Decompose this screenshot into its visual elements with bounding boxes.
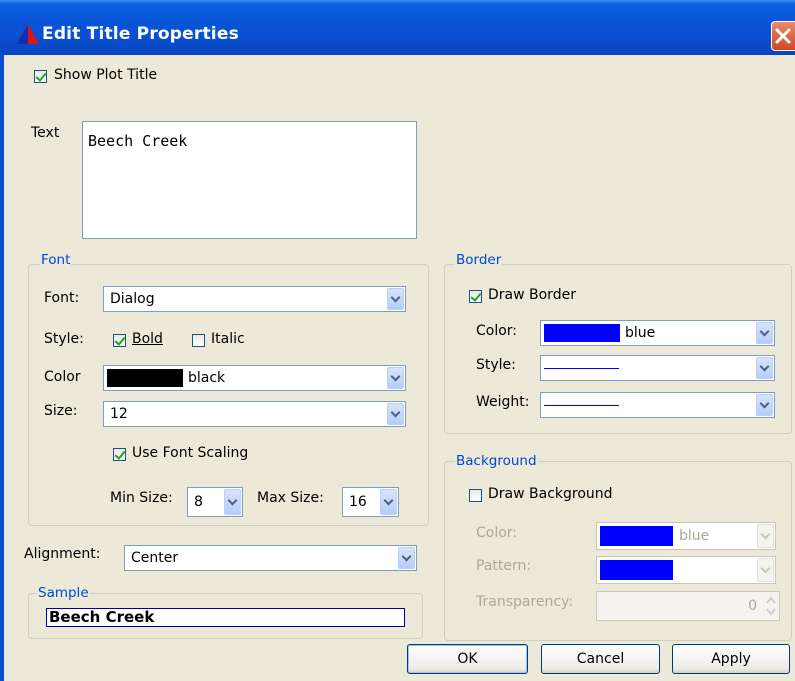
line-style-sample	[544, 368, 619, 369]
chevron-down-icon[interactable]	[387, 403, 404, 425]
draw-background-checkbox[interactable]	[469, 489, 482, 502]
dialog-title: Edit Title Properties	[42, 24, 239, 44]
bold-checkbox[interactable]	[113, 334, 126, 347]
sample-group-legend: Sample	[37, 585, 90, 601]
border-color-value: blue	[625, 325, 656, 341]
draw-border-checkbox[interactable]	[469, 290, 482, 303]
font-color-label: Color	[44, 369, 81, 385]
close-button[interactable]	[771, 21, 795, 51]
show-plot-title-checkbox[interactable]	[34, 70, 47, 83]
line-weight-sample	[544, 405, 619, 406]
use-font-scaling-label: Use Font Scaling	[132, 445, 249, 461]
pattern-label: Pattern:	[476, 558, 532, 574]
draw-background-label: Draw Background	[488, 486, 613, 502]
title-text-area[interactable]: Beech Creek	[82, 121, 417, 239]
pattern-select[interactable]	[596, 556, 776, 584]
italic-checkbox[interactable]	[192, 334, 205, 347]
max-size-select[interactable]: 16	[342, 487, 399, 517]
font-color-select[interactable]: black	[103, 365, 406, 391]
font-size-value: 12	[110, 406, 128, 422]
spinner-down-icon[interactable]	[766, 607, 776, 616]
color-swatch	[544, 324, 620, 342]
chevron-down-icon[interactable]	[387, 367, 404, 389]
chevron-down-icon[interactable]	[757, 558, 774, 582]
border-style-label: Style:	[476, 357, 516, 373]
size-label: Size:	[44, 403, 78, 419]
transparency-label: Transparency:	[476, 594, 574, 610]
background-color-select[interactable]: blue	[596, 522, 776, 550]
border-weight-label: Weight:	[476, 394, 530, 410]
min-size-label: Min Size:	[110, 490, 173, 506]
chevron-down-icon[interactable]	[756, 322, 773, 344]
border-group-legend: Border	[455, 252, 503, 268]
border-color-select[interactable]: blue	[540, 320, 775, 346]
dialog-window: Edit Title Properties Show Plot Title Te…	[0, 0, 795, 681]
cancel-button[interactable]: Cancel	[541, 644, 660, 674]
chevron-down-icon[interactable]	[756, 357, 773, 379]
font-group-legend: Font	[40, 252, 72, 268]
spinner-up-icon[interactable]	[766, 596, 776, 605]
chevron-down-icon[interactable]	[387, 288, 404, 310]
chevron-down-icon[interactable]	[380, 489, 397, 515]
dialog-content: Show Plot Title Text Beech Creek Font Fo…	[4, 55, 795, 681]
max-size-value: 16	[349, 494, 367, 510]
color-swatch	[600, 526, 673, 546]
alignment-select[interactable]: Center	[124, 545, 417, 571]
show-plot-title-label: Show Plot Title	[54, 67, 158, 83]
ok-button[interactable]: OK	[407, 644, 528, 674]
title-bar[interactable]: Edit Title Properties	[0, 0, 795, 55]
draw-border-label: Draw Border	[488, 287, 576, 303]
chevron-down-icon[interactable]	[224, 489, 241, 515]
font-label: Font:	[44, 290, 80, 306]
transparency-value: 0	[748, 598, 757, 614]
chevron-down-icon[interactable]	[756, 394, 773, 416]
alignment-value: Center	[131, 550, 179, 566]
bold-label: Bold	[132, 331, 163, 347]
font-select-value: Dialog	[110, 291, 155, 307]
border-style-select[interactable]	[540, 355, 775, 381]
background-group-legend: Background	[455, 453, 538, 469]
chevron-down-icon[interactable]	[398, 547, 415, 569]
style-label: Style:	[44, 331, 84, 347]
max-size-label: Max Size:	[257, 490, 324, 506]
min-size-value: 8	[194, 494, 203, 510]
sample-preview: Beech Creek	[46, 608, 405, 627]
background-color-label: Color:	[476, 525, 518, 541]
app-logo-icon	[17, 24, 39, 44]
font-select[interactable]: Dialog	[103, 286, 406, 312]
use-font-scaling-checkbox[interactable]	[113, 448, 126, 461]
italic-label: Italic	[211, 331, 245, 347]
text-label: Text	[31, 125, 60, 141]
close-icon	[775, 28, 791, 44]
min-size-select[interactable]: 8	[187, 487, 243, 517]
chevron-down-icon[interactable]	[757, 524, 774, 548]
border-weight-select[interactable]	[540, 392, 775, 418]
color-swatch	[107, 369, 183, 387]
alignment-label: Alignment:	[24, 546, 101, 562]
transparency-spinner[interactable]: 0	[596, 591, 780, 621]
apply-button[interactable]: Apply	[672, 644, 790, 674]
pattern-swatch	[600, 560, 673, 580]
border-color-label: Color:	[476, 323, 518, 339]
font-color-value: black	[188, 370, 226, 386]
font-size-select[interactable]: 12	[103, 401, 406, 427]
background-color-value: blue	[679, 528, 710, 544]
